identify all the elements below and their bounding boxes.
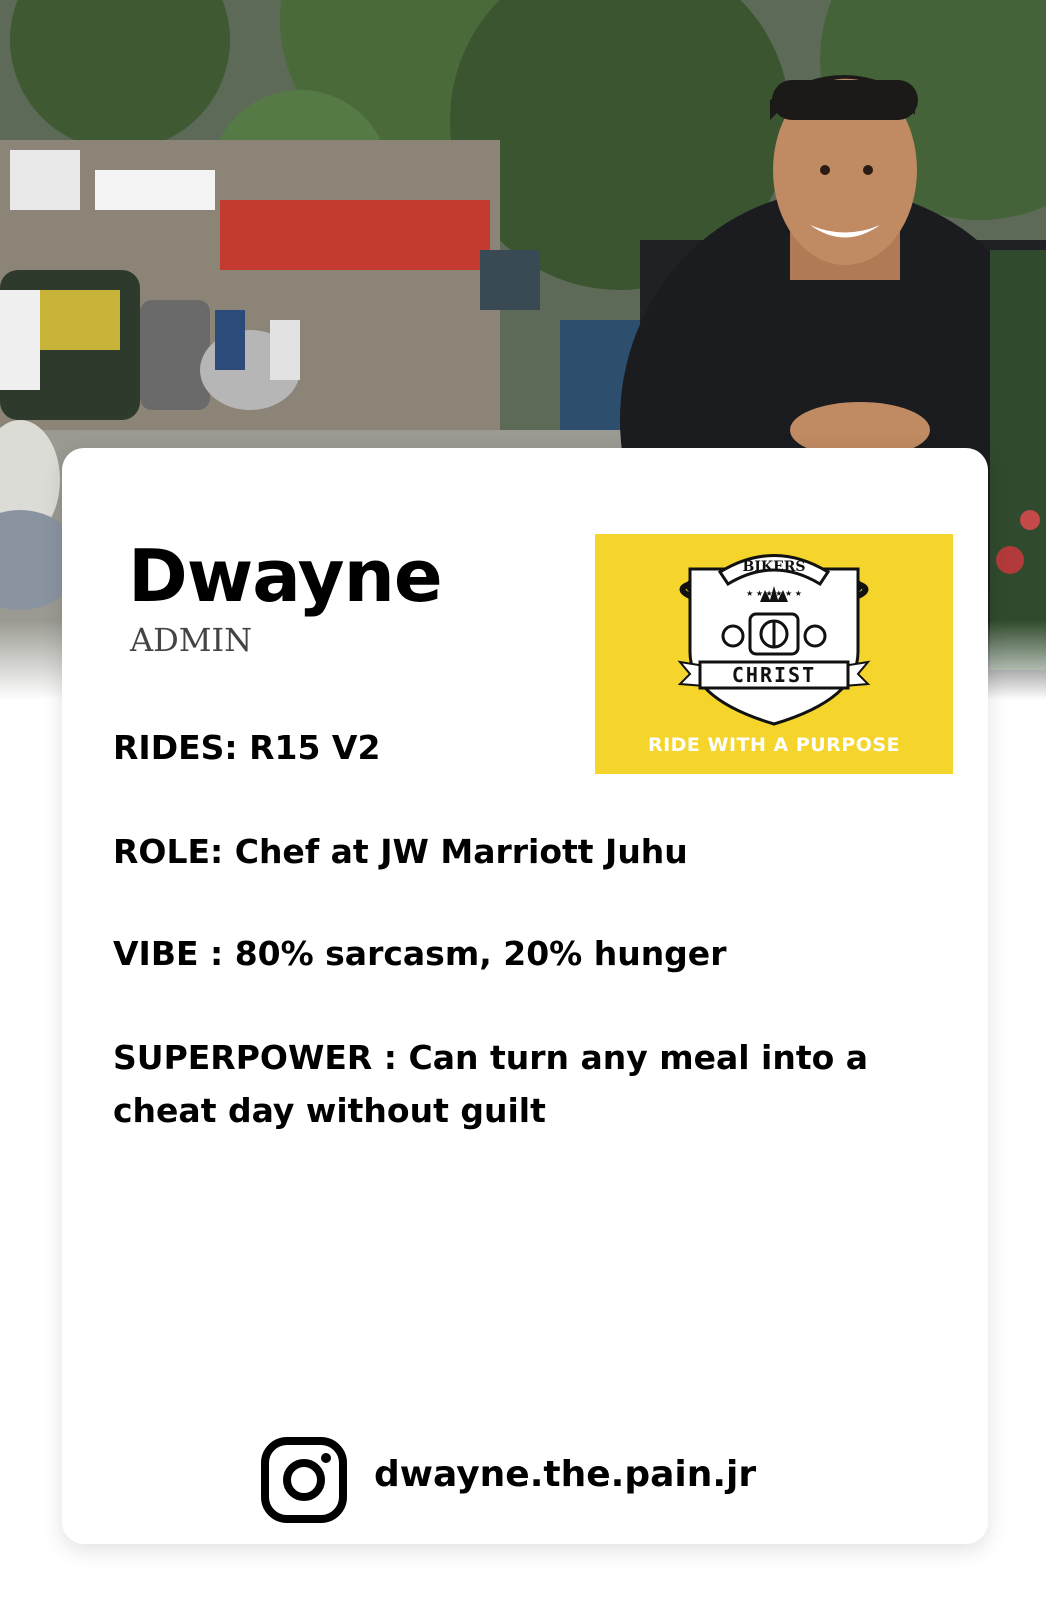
instagram-icon[interactable]	[260, 1436, 348, 1524]
profile-title: ADMIN	[130, 621, 253, 659]
logo-top-text: BIKERS	[743, 559, 806, 575]
fact-rides: RIDES: R15 V2	[113, 728, 381, 767]
profile-card: Dwayne ADMIN BIKERS ★ ★ ★ ★ ★ ★ CHRIST R…	[62, 448, 988, 1544]
fact-vibe: VIBE : 80% sarcasm, 20% hunger	[113, 934, 727, 973]
profile-name: Dwayne	[128, 534, 443, 618]
fact-role: ROLE: Chef at JW Marriott Juhu	[113, 832, 688, 871]
fact-superpower: SUPERPOWER : Can turn any meal into a ch…	[113, 1038, 869, 1130]
instagram-handle-link[interactable]: dwayne.the.pain.jr	[374, 1454, 756, 1495]
logo-banner-text: CHRIST	[732, 663, 816, 687]
svg-text:★ ★ ★ ★ ★ ★: ★ ★ ★ ★ ★ ★	[746, 589, 802, 598]
